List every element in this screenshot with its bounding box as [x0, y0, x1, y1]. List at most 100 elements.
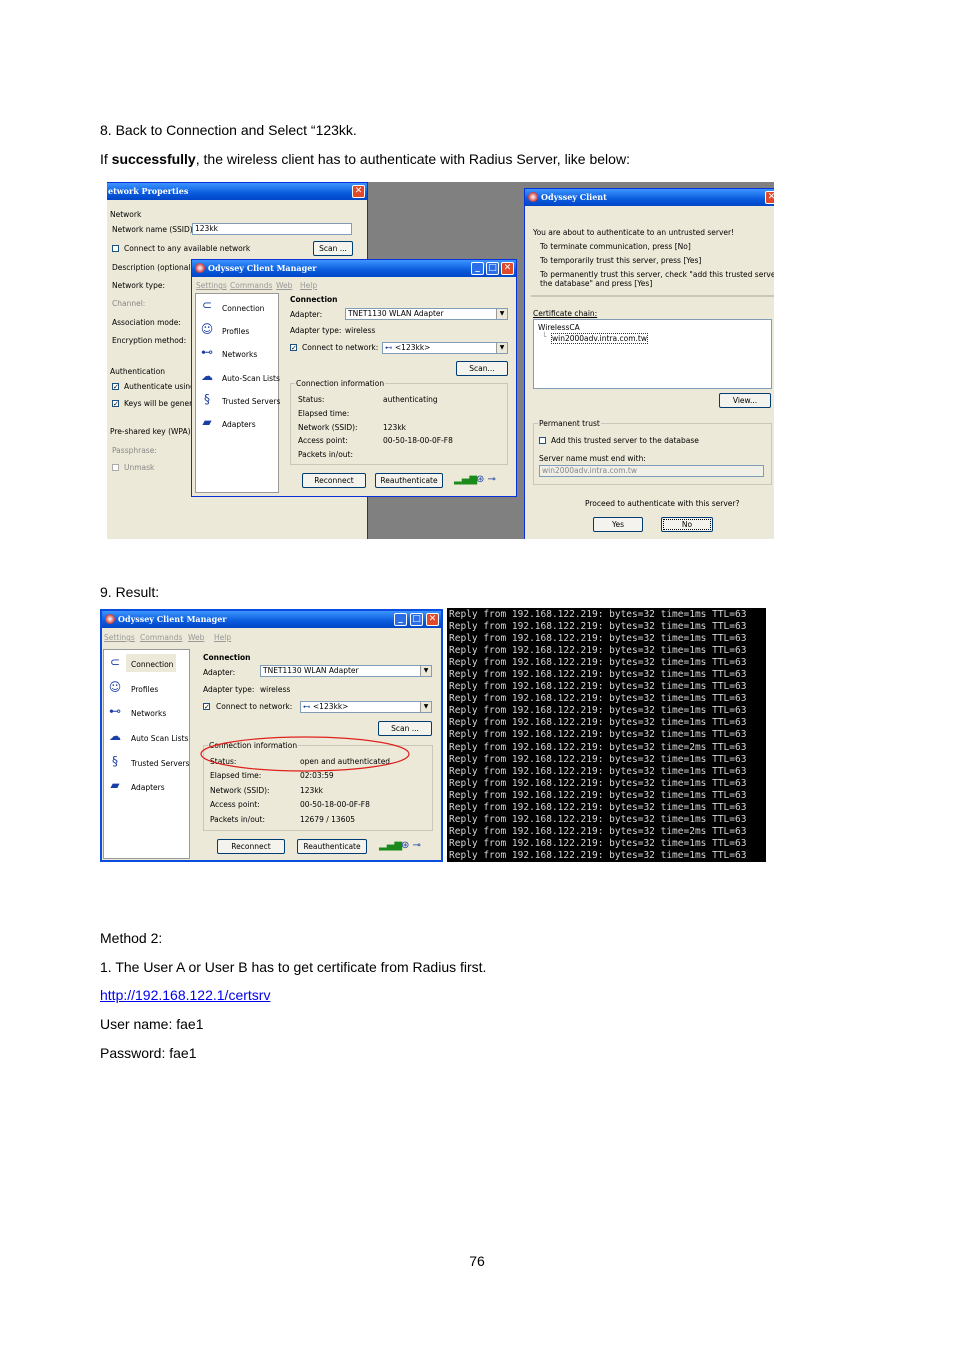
unmask-label: Unmask — [124, 463, 155, 472]
nav-adapters[interactable]: Adapters — [222, 420, 256, 429]
network-select[interactable]: ⊷ <123kk> ▼ — [300, 701, 432, 713]
minimize-button[interactable]: _ — [394, 613, 407, 626]
auto-scan-icon: ☁ — [109, 729, 121, 743]
adapter-type-label: Adapter type: — [290, 326, 342, 335]
encryption-label: Encryption method: — [112, 336, 187, 345]
packets-value: 12679 / 13605 — [300, 815, 356, 824]
adapter-select[interactable]: TNET1130 WLAN Adapter ▼ — [260, 665, 432, 677]
close-button[interactable]: ✕ — [426, 613, 439, 626]
connect-checkbox[interactable]: ✓ — [290, 344, 297, 352]
intro-bold: successfully — [111, 151, 196, 167]
server-name-input[interactable]: win2000adv.intra.com.tw — [539, 465, 764, 477]
view-button[interactable]: View... — [719, 393, 771, 408]
connect-label: Connect to network: — [216, 702, 293, 711]
menu-commands[interactable]: Commands — [140, 633, 182, 642]
keys-checkbox[interactable]: ✓ — [112, 400, 119, 408]
console-line: Reply from 192.168.122.219: bytes=32 tim… — [449, 609, 747, 620]
nav-trusted-servers[interactable]: Trusted Servers — [131, 759, 189, 768]
tree-connector: └ — [542, 332, 547, 341]
adapter-type-value: wireless — [345, 326, 376, 335]
ssid-input[interactable]: 123kk — [192, 223, 352, 235]
reconnect-button[interactable]: Reconnect — [302, 473, 366, 488]
console-line: Reply from 192.168.122.219: bytes=32 tim… — [449, 705, 747, 717]
nav-networks[interactable]: Networks — [131, 709, 166, 718]
network-select[interactable]: ⊷ <123kk> ▼ — [382, 342, 508, 354]
close-button[interactable]: ✕ — [501, 262, 514, 275]
nav-connection[interactable]: Connection — [222, 304, 264, 313]
close-button[interactable]: ✕ — [765, 191, 774, 204]
intro-paragraph: If successfully, the wireless client has… — [100, 151, 630, 167]
elapsed-label: Elapsed time: — [298, 409, 350, 418]
status-label: Status: — [298, 395, 325, 404]
nav-trusted-servers[interactable]: Trusted Servers — [222, 397, 280, 406]
nav-profiles[interactable]: Profiles — [222, 327, 249, 336]
menu-help[interactable]: Help — [300, 281, 317, 290]
console-line: Reply from 192.168.122.219: bytes=32 tim… — [449, 669, 747, 681]
adapter-label: Adapter: — [290, 310, 323, 319]
adapter-label: Adapter: — [203, 668, 236, 677]
cert-leaf[interactable]: win2000adv.intra.com.tw — [551, 333, 648, 344]
client-manager-window: Odyssey Client Manager _ □ ✕ Settings Co… — [191, 259, 517, 497]
no-button[interactable]: No — [661, 517, 713, 532]
cert-chain-label: Certificate chain: — [533, 309, 598, 318]
nav-auto-scan[interactable]: Auto Scan Lists — [131, 734, 188, 743]
association-label: Association mode: — [112, 318, 181, 327]
network-type-label: Network type: — [112, 281, 165, 290]
highlight-ellipse — [200, 736, 410, 772]
reauthenticate-button[interactable]: Reauthenticate — [297, 839, 367, 854]
network-group-label: Network — [110, 210, 142, 219]
network-icon: ⊷ — [385, 343, 395, 352]
close-button[interactable]: ✕ — [352, 185, 365, 198]
reconnect-button[interactable]: Reconnect — [217, 839, 285, 854]
maximize-button[interactable]: □ — [486, 262, 499, 275]
menu-help[interactable]: Help — [214, 633, 231, 642]
ssid-label: Network (SSID): — [210, 786, 270, 795]
cert-root[interactable]: WirelessCA — [538, 323, 580, 332]
menu-commands[interactable]: Commands — [230, 281, 272, 290]
nav-auto-scan[interactable]: Auto-Scan Lists — [222, 374, 280, 383]
network-icon: ⊷ — [303, 702, 313, 711]
console-line: Reply from 192.168.122.219: bytes=32 tim… — [449, 777, 747, 789]
auth-using-checkbox[interactable]: ✓ — [112, 383, 119, 391]
networks-icon: ⊷ — [201, 345, 213, 359]
console-line: Reply from 192.168.122.219: bytes=32 tim… — [449, 849, 747, 861]
adapter-type-label: Adapter type: — [203, 685, 255, 694]
server-end-label: Server name must end with: — [539, 454, 646, 463]
ssid-label: Network (SSID): — [298, 423, 358, 432]
menu-web[interactable]: Web — [188, 633, 204, 642]
ping-console: Reply from 192.168.122.219: bytes=32 tim… — [447, 608, 766, 862]
nav-networks[interactable]: Networks — [222, 350, 257, 359]
reauthenticate-button[interactable]: Reauthenticate — [375, 473, 443, 488]
password-text: Password: fae1 — [100, 1045, 197, 1061]
step-9-text: 9. Result: — [100, 584, 160, 600]
nav-connection[interactable]: Connection — [131, 660, 173, 669]
nav-profiles[interactable]: Profiles — [131, 685, 158, 694]
group-label: Connection information — [295, 379, 386, 388]
signal-icon: ▂▄▆ — [454, 474, 478, 485]
scan-button[interactable]: Scan ... — [313, 241, 353, 256]
console-line: Reply from 192.168.122.219: bytes=32 tim… — [449, 645, 747, 657]
unmask-checkbox[interactable] — [112, 464, 119, 471]
minimize-button[interactable]: _ — [471, 262, 484, 275]
maximize-button[interactable]: □ — [410, 613, 423, 626]
console-line: Reply from 192.168.122.219: bytes=32 tim… — [449, 729, 747, 741]
scan-button[interactable]: Scan ... — [378, 721, 432, 736]
scan-button[interactable]: Scan... — [456, 361, 508, 376]
cert-chain-tree[interactable]: WirelessCA └ win2000adv.intra.com.tw — [533, 319, 772, 389]
intro-suffix: , the wireless client has to authenticat… — [195, 151, 630, 167]
connect-any-checkbox[interactable] — [112, 245, 119, 252]
connect-label: Connect to network: — [302, 343, 379, 352]
packets-label: Packets in/out: — [210, 815, 266, 824]
adapter-select[interactable]: TNET1130 WLAN Adapter ▼ — [345, 308, 508, 320]
yes-button[interactable]: Yes — [593, 517, 643, 532]
nav-adapters[interactable]: Adapters — [131, 783, 165, 792]
add-trusted-checkbox[interactable] — [539, 437, 546, 444]
ap-value: 00-50-18-00-0F-F8 — [300, 800, 370, 809]
connect-checkbox[interactable]: ✓ — [203, 703, 210, 711]
menu-settings[interactable]: Settings — [104, 633, 135, 642]
nav-panel: ⊂ Connection ☺ Profiles ⊷ Networks ☁ Aut… — [195, 293, 280, 493]
certsrv-link[interactable]: http://192.168.122.1/certsrv — [100, 987, 270, 1003]
menu-web[interactable]: Web — [276, 281, 292, 290]
menu-settings[interactable]: Settings — [196, 281, 227, 290]
username-text: User name: fae1 — [100, 1016, 204, 1032]
